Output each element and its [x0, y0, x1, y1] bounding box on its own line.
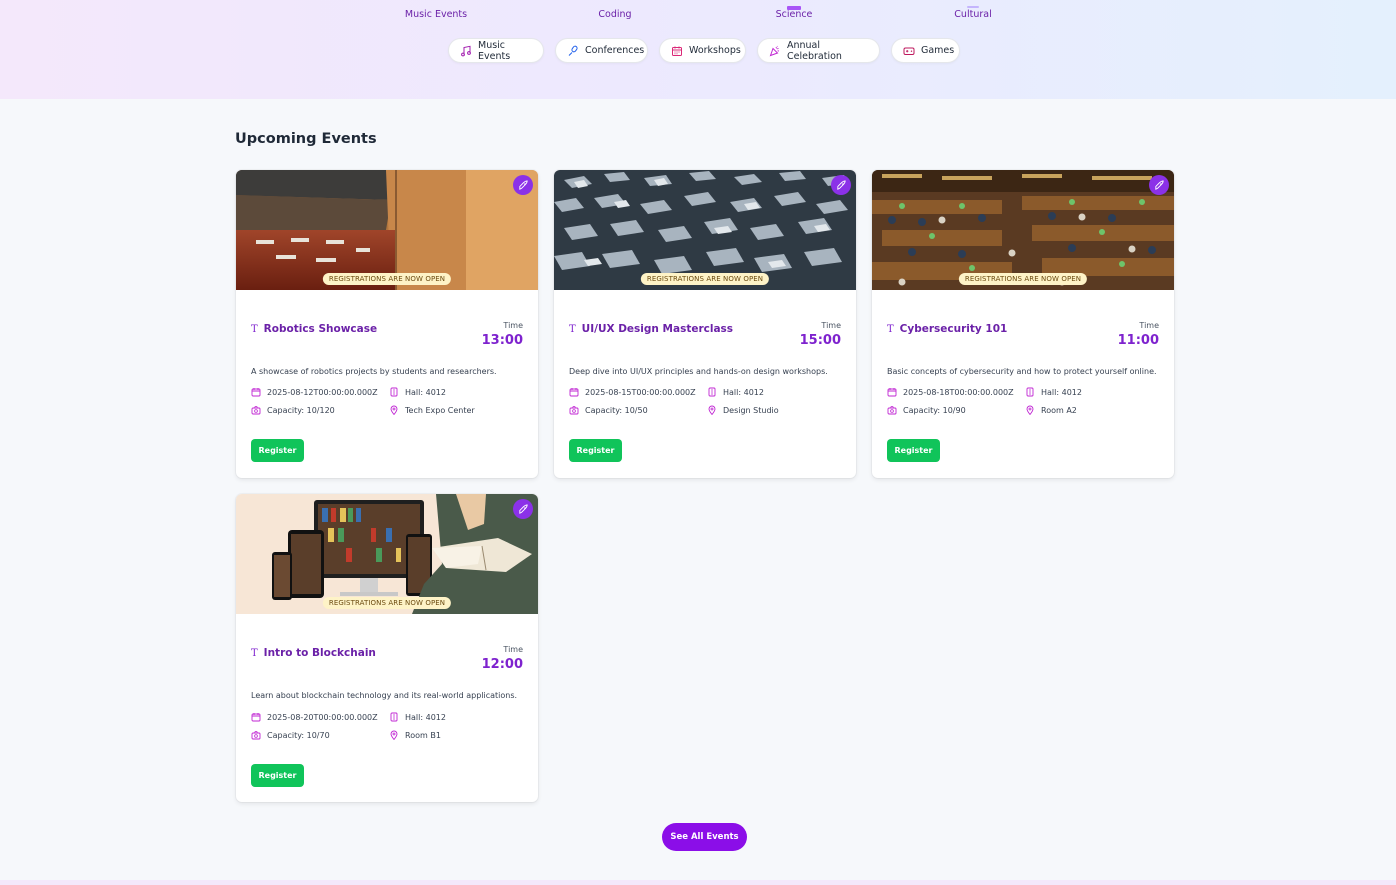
- rocket-icon: [831, 175, 851, 195]
- chip-games[interactable]: Games: [891, 38, 960, 63]
- event-image: [872, 170, 1174, 290]
- calendar-icon: [251, 388, 261, 397]
- cultural-icon: [967, 6, 979, 8]
- event-capacity: Capacity: 10/90: [887, 405, 966, 415]
- title-icon: T: [887, 323, 894, 335]
- registrations-open-badge: REGISTRATIONS ARE NOW OPEN: [640, 273, 770, 285]
- calendar-icon: [887, 388, 897, 397]
- event-image: [236, 170, 538, 290]
- registrations-open-badge: REGISTRATIONS ARE NOW OPEN: [322, 597, 452, 609]
- category-link-music-events[interactable]: Music Events: [376, 9, 496, 20]
- section-title: Upcoming Events: [235, 131, 377, 147]
- footer-strip: [0, 880, 1396, 885]
- event-hall: Hall: 4012: [389, 712, 446, 722]
- building-icon: [390, 712, 398, 722]
- event-hall: Hall: 4012: [1025, 387, 1082, 397]
- time-label: Time: [1139, 321, 1159, 330]
- event-time: 13:00: [481, 333, 523, 348]
- music-note-icon: [460, 45, 472, 57]
- title-icon: T: [251, 647, 258, 659]
- calendar-icon: [671, 45, 683, 57]
- chip-conferences[interactable]: Conferences: [555, 38, 648, 63]
- event-date: 2025-08-12T00:00:00.000Z: [251, 387, 378, 397]
- time-label: Time: [503, 645, 523, 654]
- event-capacity: Capacity: 10/70: [251, 730, 330, 740]
- event-title: Cybersecurity 101: [899, 323, 1008, 335]
- event-time: 11:00: [1117, 333, 1159, 348]
- event-title-row: T Cybersecurity 101: [887, 323, 1007, 335]
- category-link-coding[interactable]: Coding: [555, 9, 675, 20]
- event-title: Intro to Blockchain: [263, 647, 376, 659]
- event-card: REGISTRATIONS ARE NOW OPEN T Robotics Sh…: [236, 170, 538, 478]
- register-button[interactable]: Register: [569, 439, 622, 462]
- building-icon: [1026, 387, 1034, 397]
- event-description: Basic concepts of cybersecurity and how …: [887, 367, 1157, 376]
- registrations-open-badge: REGISTRATIONS ARE NOW OPEN: [958, 273, 1088, 285]
- event-location: Tech Expo Center: [389, 405, 475, 415]
- users-icon: [887, 406, 897, 415]
- users-icon: [251, 406, 261, 415]
- category-link-cultural[interactable]: Cultural: [913, 6, 1033, 20]
- event-location: Room A2: [1025, 405, 1077, 415]
- rocket-icon: [513, 175, 533, 195]
- event-date: 2025-08-20T00:00:00.000Z: [251, 712, 378, 722]
- chip-workshops[interactable]: Workshops: [659, 38, 746, 63]
- register-button[interactable]: Register: [887, 439, 940, 462]
- event-description: Deep dive into UI/UX principles and hand…: [569, 367, 828, 376]
- rocket-icon: [1149, 175, 1169, 195]
- map-pin-icon: [1026, 405, 1034, 415]
- hero-strip: Music Events Coding Science Cultural Mus…: [0, 0, 1396, 99]
- map-pin-icon: [708, 405, 716, 415]
- calendar-icon: [569, 388, 579, 397]
- map-pin-icon: [390, 730, 398, 740]
- event-hall: Hall: 4012: [707, 387, 764, 397]
- chip-annual-celebration[interactable]: Annual Celebration: [757, 38, 880, 63]
- map-pin-icon: [390, 405, 398, 415]
- register-button[interactable]: Register: [251, 439, 304, 462]
- event-card: REGISTRATIONS ARE NOW OPEN T Intro to Bl…: [236, 494, 538, 802]
- gamepad-icon: [903, 45, 915, 57]
- event-description: Learn about blockchain technology and it…: [251, 691, 518, 700]
- microphone-icon: [567, 45, 579, 57]
- event-description: A showcase of robotics projects by stude…: [251, 367, 497, 376]
- see-all-events-button[interactable]: See All Events: [662, 823, 747, 851]
- time-label: Time: [503, 321, 523, 330]
- event-date: 2025-08-15T00:00:00.000Z: [569, 387, 696, 397]
- event-time: 15:00: [799, 333, 841, 348]
- event-date: 2025-08-18T00:00:00.000Z: [887, 387, 1014, 397]
- event-title: UI/UX Design Masterclass: [581, 323, 734, 335]
- event-location: Design Studio: [707, 405, 779, 415]
- title-icon: T: [569, 323, 576, 335]
- time-label: Time: [821, 321, 841, 330]
- event-image: [236, 494, 538, 614]
- users-icon: [569, 406, 579, 415]
- event-image: [554, 170, 856, 290]
- event-time: 12:00: [481, 657, 523, 672]
- building-icon: [390, 387, 398, 397]
- event-capacity: Capacity: 10/50: [569, 405, 648, 415]
- event-card: REGISTRATIONS ARE NOW OPEN T Cybersecuri…: [872, 170, 1174, 478]
- chip-music-events[interactable]: Music Events: [448, 38, 544, 63]
- party-popper-icon: [769, 45, 781, 57]
- event-location: Room B1: [389, 730, 441, 740]
- users-icon: [251, 731, 261, 740]
- event-title-row: T UI/UX Design Masterclass: [569, 323, 733, 335]
- event-title-row: T Intro to Blockchain: [251, 647, 376, 659]
- registrations-open-badge: REGISTRATIONS ARE NOW OPEN: [322, 273, 452, 285]
- event-title: Robotics Showcase: [263, 323, 378, 335]
- category-link-science[interactable]: Science: [734, 6, 854, 20]
- event-hall: Hall: 4012: [389, 387, 446, 397]
- calendar-icon: [251, 713, 261, 722]
- title-icon: T: [251, 323, 258, 335]
- register-button[interactable]: Register: [251, 764, 304, 787]
- rocket-icon: [513, 499, 533, 519]
- science-icon: [787, 6, 801, 10]
- event-title-row: T Robotics Showcase: [251, 323, 377, 335]
- building-icon: [708, 387, 716, 397]
- event-capacity: Capacity: 10/120: [251, 405, 335, 415]
- event-card: REGISTRATIONS ARE NOW OPEN T UI/UX Desig…: [554, 170, 856, 478]
